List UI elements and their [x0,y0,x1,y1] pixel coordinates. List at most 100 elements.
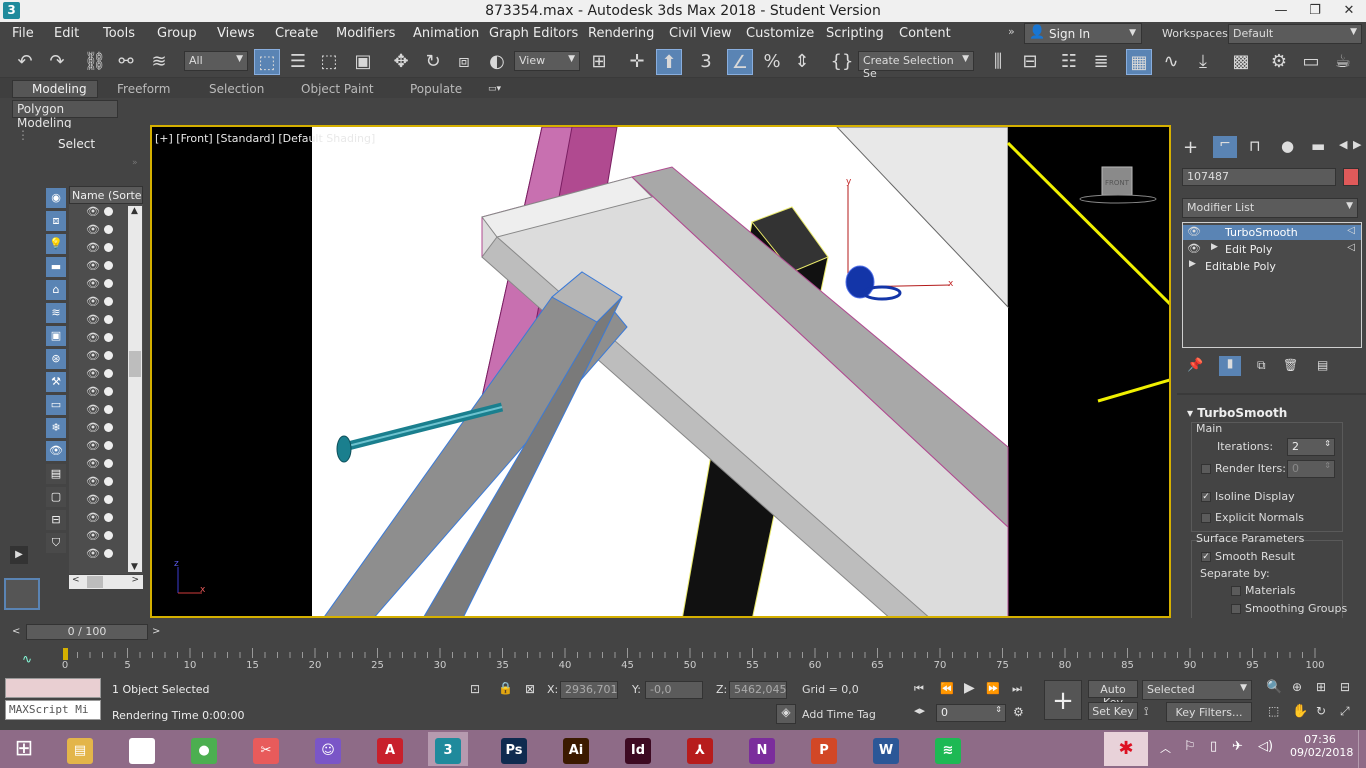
tray-app-icon[interactable]: ✱ [1104,732,1148,766]
hierarchy-tab-icon[interactable]: ⊓ [1249,137,1261,155]
freeze-dot-icon[interactable] [104,531,113,540]
freeze-dot-icon[interactable] [104,279,113,288]
set-key-button[interactable]: Set Key [1088,702,1138,720]
freeze-dot-icon[interactable] [104,243,113,252]
materials-checkbox[interactable]: Materials [1231,584,1295,601]
menu-rendering[interactable]: Rendering [588,26,654,41]
prev-tab-icon[interactable]: ◀ [1339,138,1347,151]
display-groups-icon[interactable]: ▣ [46,326,66,346]
list-item[interactable]: 👁 [69,204,127,222]
freeze-dot-icon[interactable] [104,549,113,558]
x-coord-field[interactable]: 2936,701 [560,681,618,699]
freeze-dot-icon[interactable] [104,441,113,450]
visibility-eye-icon[interactable]: 👁 [86,511,100,524]
next-tab-icon[interactable]: ▶ [1353,138,1361,151]
list-item[interactable]: 👁 [69,294,127,312]
isolate-icon[interactable]: ⊡ [470,682,480,696]
snipping-icon[interactable]: ✂ [246,732,286,766]
visibility-eye-icon[interactable]: 👁 [86,493,100,506]
set-key-big-icon[interactable]: + [1044,680,1082,720]
place-icon[interactable]: ◐ [484,49,510,75]
remove-modifier-icon[interactable]: 🗑 [1283,358,1298,372]
tab-object-paint[interactable]: Object Paint [301,82,374,96]
spinner-snap-icon[interactable]: ⇕ [789,49,815,75]
visibility-eye-icon[interactable]: 👁 [86,349,100,362]
list-item[interactable]: 👁 [69,492,127,510]
make-unique-icon[interactable]: ⧉ [1257,358,1266,373]
list-item[interactable]: 👁 [69,312,127,330]
list-item[interactable]: 👁 [69,474,127,492]
visibility-eye-icon[interactable]: 👁 [86,295,100,308]
display-frozen-icon[interactable]: ❄ [46,418,66,438]
stack-item-editable-poly[interactable]: ▶ Editable Poly [1183,259,1361,274]
acrobat-icon[interactable]: ⅄ [680,732,720,766]
menu-animation[interactable]: Animation [413,26,479,41]
viewcube-face[interactable]: FRONT [1105,179,1129,187]
menu-overflow-icon[interactable]: » [1008,25,1015,38]
z-coord-field[interactable]: 5462,045 [729,681,787,699]
goto-start-icon[interactable]: ⏮ [914,682,924,696]
display-xrefs-icon[interactable]: ⊛ [46,349,66,369]
display-lights-icon[interactable]: 💡 [46,234,66,254]
dope-sheet-icon[interactable]: ⤓ [1190,49,1216,75]
toggle-ribbon-icon[interactable]: ≣ [1088,49,1114,75]
time-config-icon[interactable]: ⚙ [1013,705,1024,719]
display-spacewarps-icon[interactable]: ≋ [46,303,66,323]
goto-end-icon[interactable]: ⏭ [1012,682,1022,696]
stack-item-turbosmooth[interactable]: 👁 TurboSmooth ◁ [1183,225,1361,240]
track-bar[interactable]: 0 5 10 15 20 25 30 35 40 45 50 55 60 65 70 75 80 85 90 95 10… [60,648,1360,671]
visibility-eye-icon[interactable]: 👁 [86,439,100,452]
create-tab-icon[interactable]: + [1183,137,1198,158]
pin-stack-icon[interactable]: 📌 [1187,358,1203,373]
object-name-field[interactable]: 107487 [1182,168,1336,186]
menu-group[interactable]: Group [157,26,197,41]
visibility-eye-icon[interactable]: 👁 [86,385,100,398]
render-frame-icon[interactable]: ▭ [1298,49,1324,75]
freeze-dot-icon[interactable] [104,495,113,504]
battery-icon[interactable]: ▯ [1210,739,1217,754]
menu-graph-editors[interactable]: Graph Editors [489,26,578,41]
render-icon[interactable]: ☕ [1330,49,1356,75]
selection-set-dropdown[interactable]: Create Selection Se ▼ [858,51,974,80]
render-setup-icon[interactable]: ⚙ [1266,49,1292,75]
visibility-eye-icon[interactable]: 👁 [86,223,100,236]
freeze-dot-icon[interactable] [104,261,113,270]
select-by-name-icon[interactable]: ☰ [285,49,311,75]
cat-app-icon[interactable]: ☺ [308,732,348,766]
home-icon[interactable]: ⌂ [122,732,162,766]
curve-editor-mini-icon[interactable]: ∿ [22,652,32,666]
bind-spacewarp-icon[interactable]: ≋ [146,49,172,75]
tab-freeform[interactable]: Freeform [117,82,170,96]
isoline-display-checkbox[interactable]: ✓ Isoline Display [1201,490,1295,507]
iterations-spinner[interactable]: 2 ⇕ [1287,438,1335,456]
list-item[interactable]: 👁 [69,402,127,420]
display-bones-icon[interactable]: ⚒ [46,372,66,392]
chrome-icon[interactable]: ● [184,732,224,766]
list-item[interactable]: 👁 [69,348,127,366]
visibility-eye-icon[interactable]: 👁 [86,457,100,470]
zoom-all-icon[interactable]: ⊕ [1292,680,1302,694]
undo-icon[interactable]: ↶ [12,49,38,75]
invert-display-icon[interactable]: ⊟ [46,510,66,530]
menu-civil-view[interactable]: Civil View [669,26,732,41]
file-explorer-icon[interactable]: ▤ [60,732,100,766]
key-selection-dropdown[interactable]: Selected ▼ [1142,680,1252,700]
list-item[interactable]: 👁 [69,366,127,384]
select-manipulate-icon[interactable]: ✛ [624,49,650,75]
modifier-list-dropdown[interactable]: Modifier List ▼ [1182,198,1358,218]
orbit-icon[interactable]: ↻ [1316,704,1326,718]
minimize-icon[interactable]: — [1264,0,1298,22]
list-item[interactable]: 👁 [69,240,127,258]
filter-icon[interactable]: ⛉ [46,533,66,553]
object-color-swatch[interactable] [1343,168,1359,186]
freeze-dot-icon[interactable] [104,387,113,396]
freeze-dot-icon[interactable] [104,459,113,468]
menu-content[interactable]: Content [899,26,951,41]
smooth-result-checkbox[interactable]: ✓ Smooth Result [1201,550,1295,567]
zoom-icon[interactable]: 🔍 [1266,680,1282,695]
list-item[interactable]: 👁 [69,420,127,438]
configure-sets-icon[interactable]: ▤ [1317,358,1328,372]
display-hidden-icon[interactable]: 👁 [46,441,66,461]
unlink-icon[interactable]: ⚯ [113,49,139,75]
visibility-eye-icon[interactable]: 👁 [86,241,100,254]
